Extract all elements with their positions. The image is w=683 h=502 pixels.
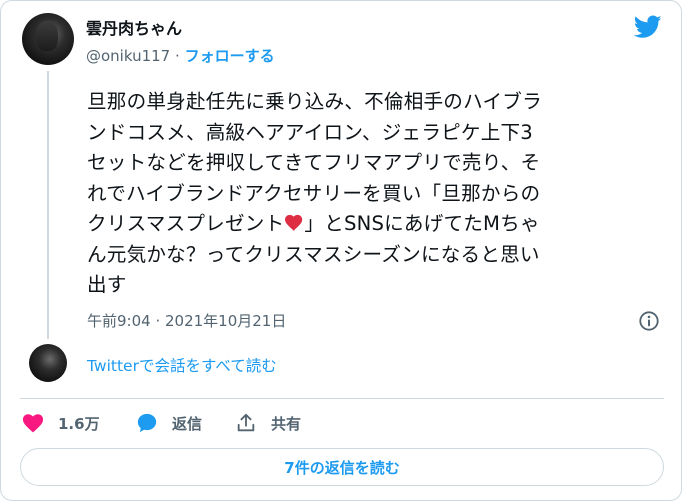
like-button[interactable]: 1.6万: [22, 411, 100, 435]
info-icon[interactable]: [638, 310, 660, 332]
user-handle[interactable]: @oniku117: [86, 47, 170, 65]
tweet-line: 出す: [87, 273, 127, 296]
share-button[interactable]: 共有: [235, 411, 301, 435]
tweet-line: 旦那の単身赴任先に乗り込み、不倫相手のハイブラ: [87, 90, 542, 113]
reply-label: 返信: [172, 414, 203, 433]
tweet-text: 旦那の単身赴任先に乗り込み、不倫相手のハイブラ ンドコスメ、高級ヘアアイロン、ジ…: [87, 87, 667, 301]
tweet-line: れでハイブランドアクセサリーを買い「旦那からの: [87, 181, 541, 205]
divider: [20, 398, 664, 399]
follow-button[interactable]: フォローする: [185, 47, 275, 65]
avatar[interactable]: [22, 13, 74, 65]
heart-icon: [22, 414, 44, 433]
tweet-timestamp[interactable]: 午前9:04 · 2021年10月21日: [87, 310, 286, 331]
tweet-line: ンドコスメ、高級ヘアアイロン、ジェラピケ上下3: [87, 120, 533, 144]
thread-line: [47, 71, 49, 339]
read-conversation-link[interactable]: Twitterで会話をすべて読む: [87, 354, 277, 376]
share-icon: [237, 413, 255, 432]
tweet-line-part: クリスマスプレゼント: [87, 212, 285, 235]
read-replies-button[interactable]: 7件の返信を読む: [20, 448, 664, 486]
like-count: 1.6万: [58, 414, 100, 433]
tweet-line: ん元気かな？ってクリスマスシーズンになると思い: [87, 242, 540, 266]
tweet-line: クリスマスプレゼント 」とSNSにあげてたMちゃ: [87, 209, 667, 240]
conversation-avatar[interactable]: [29, 344, 67, 382]
tweet-line-part: 」とSNSにあげてたMちゃ: [304, 212, 540, 235]
reply-bubble-icon: [137, 413, 157, 433]
heart-emoji-icon: [285, 214, 303, 231]
display-name[interactable]: 雲丹肉ちゃん: [86, 15, 182, 39]
reply-button[interactable]: 返信: [136, 411, 202, 435]
handle-row: @oniku117 · フォローする: [86, 45, 275, 66]
tweet-card: 雲丹肉ちゃん @oniku117 · フォローする 旦那の単身赴任先に乗り込み、…: [0, 0, 682, 501]
separator-dot: ·: [175, 47, 180, 65]
twitter-bird-icon[interactable]: [634, 15, 662, 39]
tweet-line: セットなどを押収してきてフリマアプリで売り、そ: [87, 151, 541, 174]
share-label: 共有: [271, 414, 302, 433]
